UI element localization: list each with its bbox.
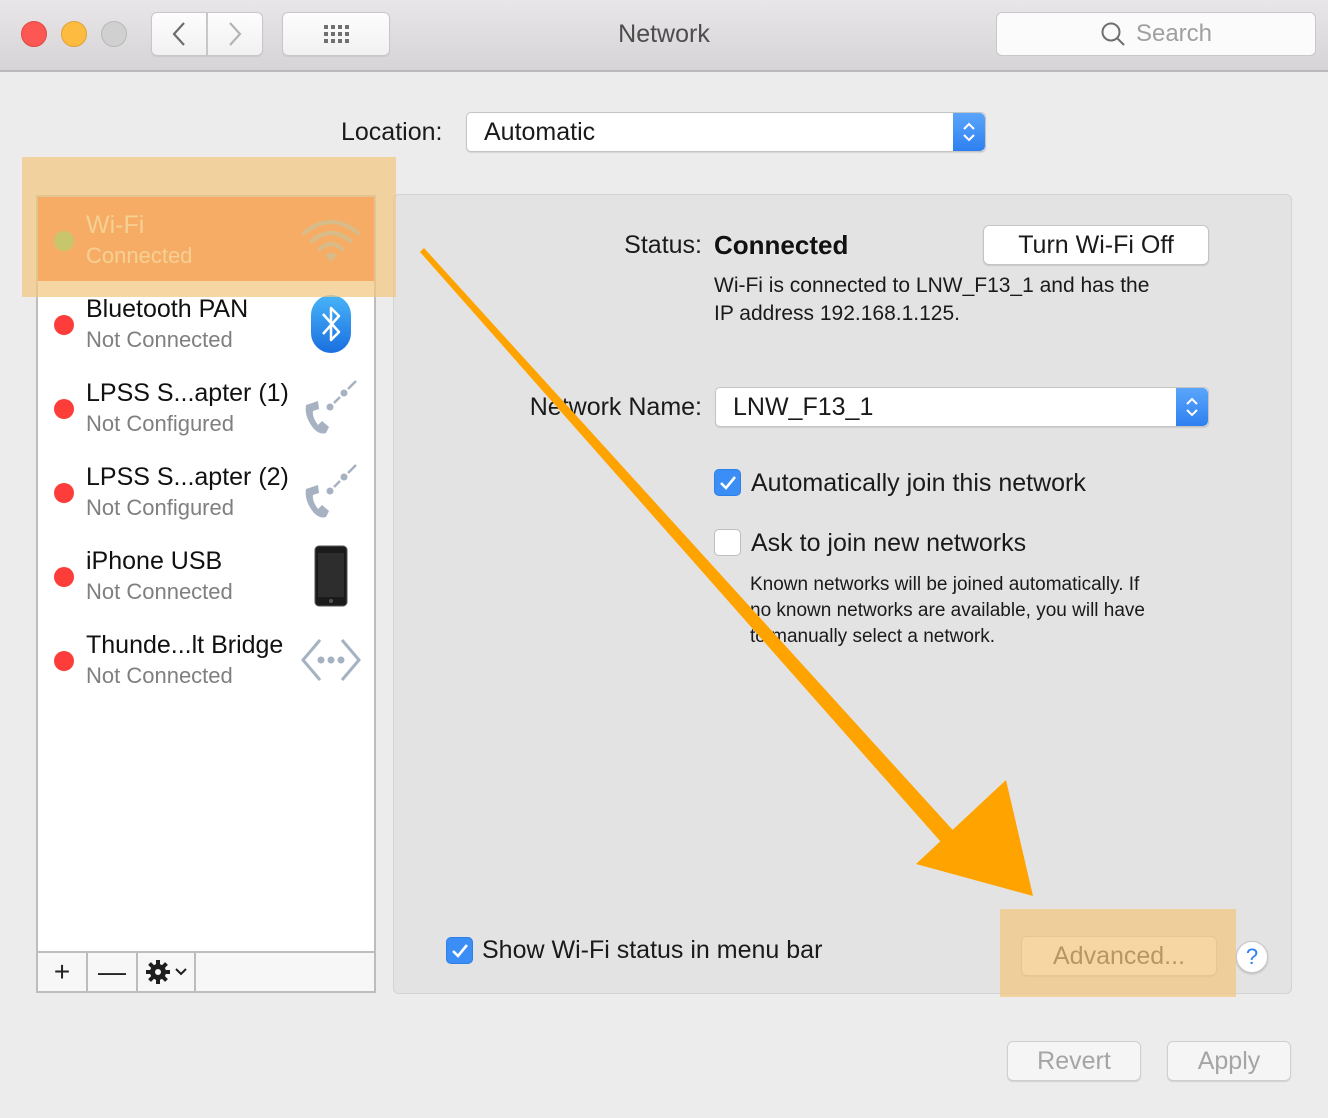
ask-join-note: Known networks will be joined automatica… bbox=[750, 572, 1210, 650]
up-down-chevron-icon bbox=[1176, 388, 1208, 426]
note-line: Known networks will be joined automatica… bbox=[750, 574, 1140, 595]
service-status: Not Connected bbox=[86, 663, 233, 688]
service-list-toolbar: + — bbox=[38, 951, 374, 991]
location-label: Location: bbox=[341, 118, 443, 146]
apply-button[interactable]: Apply bbox=[1167, 1041, 1291, 1081]
auto-join-checkbox[interactable] bbox=[714, 469, 741, 496]
modem-phone-icon bbox=[300, 377, 362, 439]
action-menu-button[interactable] bbox=[138, 953, 196, 991]
add-service-button[interactable]: + bbox=[38, 953, 88, 991]
revert-button[interactable]: Revert bbox=[1007, 1041, 1141, 1081]
status-dot-red bbox=[54, 651, 74, 671]
service-status: Not Configured bbox=[86, 411, 234, 436]
service-status: Not Configured bbox=[86, 495, 234, 520]
gear-icon bbox=[146, 960, 170, 984]
search-field[interactable]: Search bbox=[996, 12, 1316, 56]
remove-service-button[interactable]: — bbox=[88, 953, 138, 991]
location-value: Automatic bbox=[484, 117, 596, 146]
turn-wifi-off-button[interactable]: Turn Wi-Fi Off bbox=[983, 225, 1209, 265]
network-name-label: Network Name: bbox=[529, 393, 702, 421]
service-status: Not Connected bbox=[86, 579, 233, 604]
service-name: Thunde...lt Bridge bbox=[86, 631, 284, 659]
modem-phone-icon bbox=[300, 461, 362, 523]
highlight-advanced-button bbox=[1000, 909, 1236, 997]
status-description-line: Wi-Fi is connected to LNW_F13_1 and has … bbox=[714, 274, 1150, 297]
ask-join-checkbox[interactable] bbox=[714, 529, 741, 556]
service-item-lpss-2[interactable]: LPSS S...apter (2) Not Configured bbox=[38, 449, 374, 533]
title-bar: Network Search bbox=[0, 0, 1328, 72]
status-dot-red bbox=[54, 315, 74, 335]
status-dot-red bbox=[54, 399, 74, 419]
search-placeholder: Search bbox=[1135, 20, 1213, 47]
service-list: Wi-Fi Connected Bluetooth PAN Not Connec… bbox=[36, 195, 376, 993]
iphone-icon bbox=[300, 545, 362, 607]
service-name: LPSS S...apter (1) bbox=[86, 379, 289, 407]
ask-join-label[interactable]: Ask to join new networks bbox=[751, 529, 1026, 558]
network-name-value: LNW_F13_1 bbox=[733, 392, 874, 421]
network-name-popup[interactable]: LNW_F13_1 bbox=[715, 387, 1209, 427]
thunderbolt-bridge-icon bbox=[300, 629, 362, 691]
up-down-chevron-icon bbox=[953, 113, 985, 151]
checkmark-icon bbox=[719, 475, 736, 490]
auto-join-label[interactable]: Automatically join this network bbox=[751, 469, 1086, 498]
status-dot-red bbox=[54, 483, 74, 503]
service-name: Bluetooth PAN bbox=[86, 295, 249, 323]
note-line: to manually select a network. bbox=[750, 626, 996, 647]
show-wifi-status-label[interactable]: Show Wi-Fi status in menu bar bbox=[482, 936, 822, 965]
chevron-down-icon bbox=[175, 968, 187, 976]
highlight-wifi-service bbox=[22, 157, 396, 297]
service-item-thunderbolt-bridge[interactable]: Thunde...lt Bridge Not Connected bbox=[38, 617, 374, 701]
service-status: Not Connected bbox=[86, 327, 233, 352]
service-item-iphone-usb[interactable]: iPhone USB Not Connected bbox=[38, 533, 374, 617]
checkmark-icon bbox=[451, 943, 468, 958]
note-line: no known networks are available, you wil… bbox=[750, 600, 1145, 621]
search-icon bbox=[1101, 22, 1125, 46]
show-wifi-status-checkbox[interactable] bbox=[446, 937, 473, 964]
service-name: LPSS S...apter (2) bbox=[86, 463, 289, 491]
status-dot-red bbox=[54, 567, 74, 587]
status-description-line: IP address 192.168.1.125. bbox=[714, 302, 960, 325]
location-popup[interactable]: Automatic bbox=[466, 112, 986, 152]
service-name: iPhone USB bbox=[86, 547, 223, 575]
help-button[interactable]: ? bbox=[1236, 941, 1268, 973]
status-label: Status: bbox=[624, 231, 702, 259]
service-item-lpss-1[interactable]: LPSS S...apter (1) Not Configured bbox=[38, 365, 374, 449]
bluetooth-icon bbox=[300, 293, 362, 355]
status-value: Connected bbox=[714, 230, 849, 260]
